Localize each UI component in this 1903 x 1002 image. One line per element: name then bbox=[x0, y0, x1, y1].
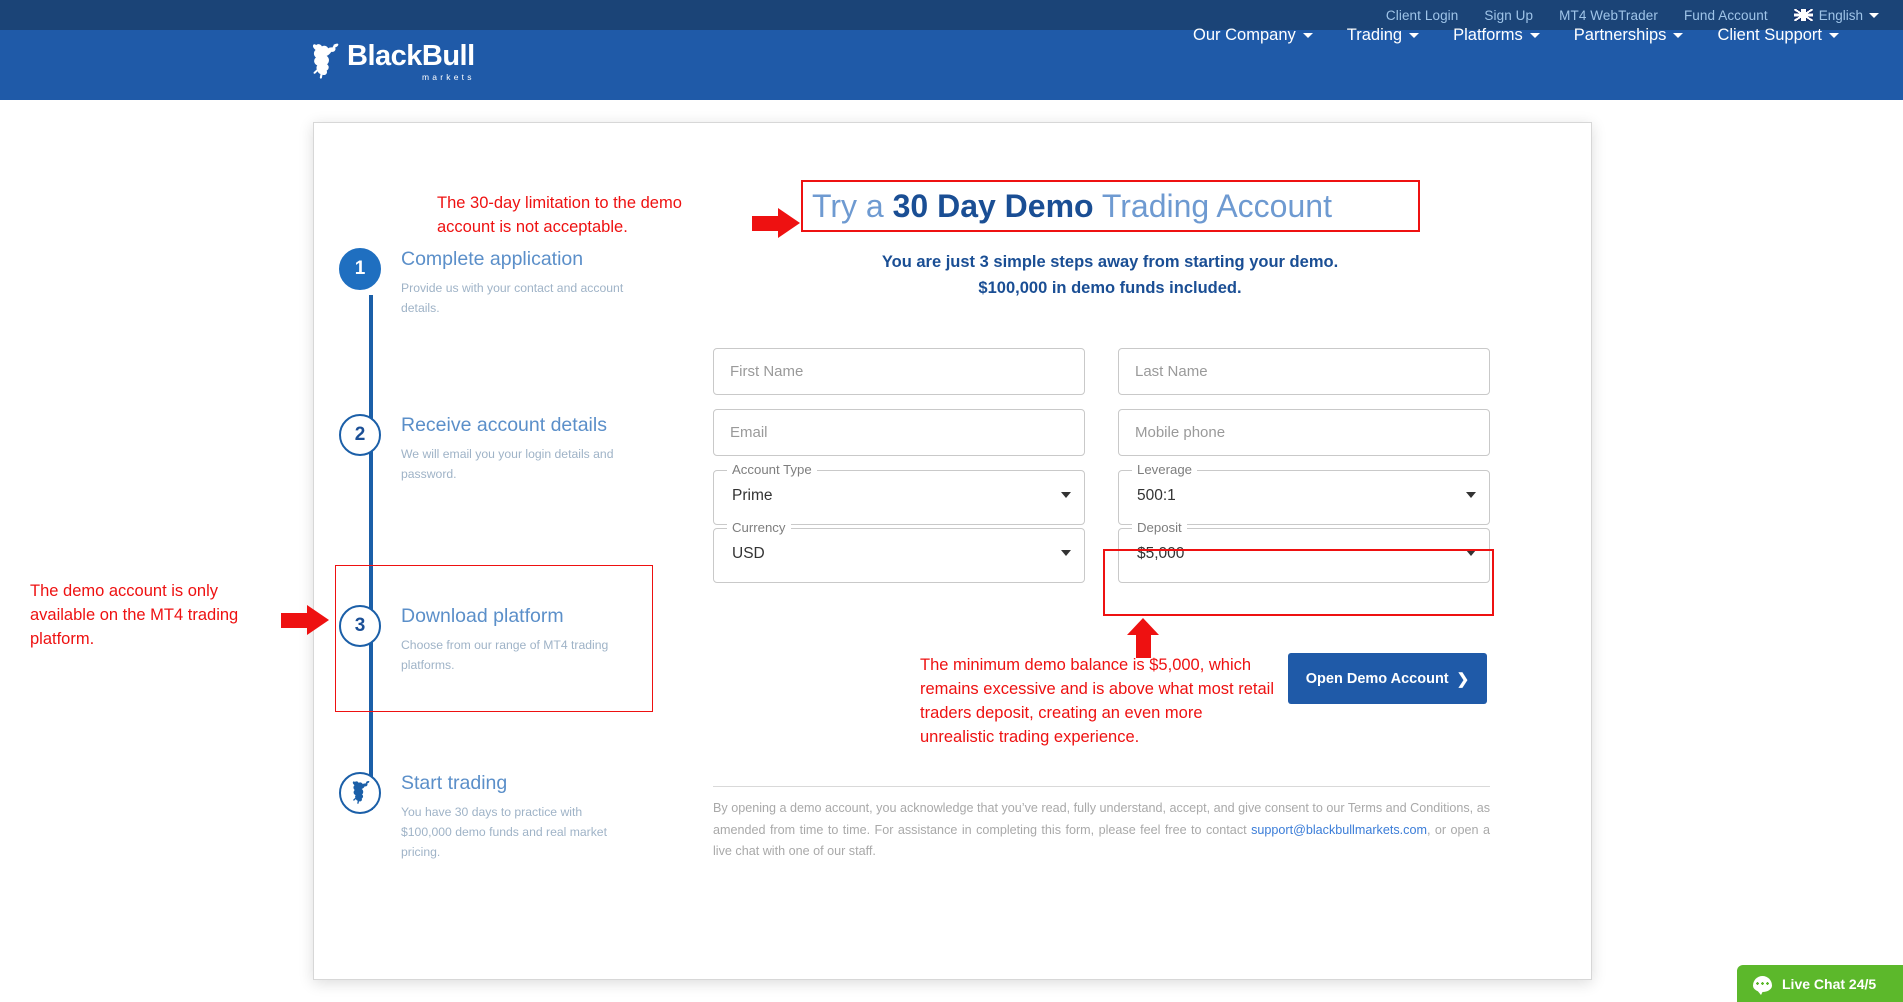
chevron-down-icon bbox=[1529, 32, 1540, 38]
brand-tagline: markets bbox=[422, 72, 475, 82]
nav-label: Partnerships bbox=[1573, 25, 1667, 44]
step-2: 2 Receive account details We will email … bbox=[339, 414, 631, 484]
step-title: Receive account details bbox=[401, 414, 607, 436]
headline-prefix: Try a bbox=[812, 188, 893, 224]
form-row-names bbox=[713, 348, 1490, 395]
chat-bubble-icon bbox=[1753, 975, 1772, 995]
currency-label: Currency bbox=[727, 520, 791, 535]
step-4: Start trading You have 30 days to practi… bbox=[339, 772, 631, 862]
step-title: Download platform bbox=[401, 605, 564, 627]
nav-item-client-support[interactable]: Client Support bbox=[1717, 26, 1839, 45]
last-name-field-wrap bbox=[1118, 348, 1490, 395]
nav-label: Our Company bbox=[1193, 25, 1296, 44]
step-1: 1 Complete application Provide us with y… bbox=[339, 248, 631, 318]
first-name-input[interactable] bbox=[713, 348, 1085, 395]
live-chat-button[interactable]: Live Chat 24/5 bbox=[1737, 965, 1903, 1002]
currency-value: USD bbox=[732, 545, 765, 562]
brand-logo[interactable]: BlackBull markets bbox=[305, 42, 475, 82]
cta-label: Open Demo Account bbox=[1305, 670, 1449, 687]
email-input[interactable] bbox=[713, 409, 1085, 456]
account-type-field-wrap: Account Type Prime bbox=[713, 462, 1085, 525]
open-demo-account-button[interactable]: Open Demo Account ❯ bbox=[1288, 653, 1487, 704]
currency-select[interactable]: Currency USD bbox=[713, 520, 1085, 583]
first-name-field-wrap bbox=[713, 348, 1085, 395]
nav-item-platforms[interactable]: Platforms bbox=[1453, 26, 1540, 45]
account-type-label: Account Type bbox=[727, 462, 817, 477]
annotation-left-text: The demo account is only available on th… bbox=[30, 582, 239, 648]
nav-label: Platforms bbox=[1453, 25, 1523, 44]
last-name-input[interactable] bbox=[1118, 348, 1490, 395]
disclaimer-text: By opening a demo account, you acknowled… bbox=[713, 798, 1490, 863]
bull-icon bbox=[352, 781, 370, 804]
leverage-field-wrap: Leverage 500:1 bbox=[1118, 462, 1490, 525]
bull-step-badge bbox=[339, 772, 381, 814]
chevron-down-icon bbox=[1466, 492, 1476, 498]
hero-subline: You are just 3 simple steps away from st… bbox=[700, 250, 1520, 301]
brand-wordmark: BlackBull markets bbox=[347, 40, 475, 82]
headline-bold: 30 Day Demo bbox=[892, 188, 1094, 224]
step-number-badge: 1 bbox=[339, 248, 381, 290]
mobile-field-wrap bbox=[1118, 409, 1490, 456]
email-field-wrap bbox=[713, 409, 1085, 456]
page-title: Try a 30 Day Demo Trading Account bbox=[812, 188, 1412, 225]
step-title: Start trading bbox=[401, 772, 508, 794]
divider bbox=[713, 786, 1490, 787]
step-number-badge: 3 bbox=[339, 605, 381, 647]
nav-label: Trading bbox=[1346, 25, 1403, 44]
annotation-arrow-to-deposit bbox=[1127, 618, 1159, 658]
leverage-select[interactable]: Leverage 500:1 bbox=[1118, 462, 1490, 525]
step-description: Provide us with your contact and account… bbox=[401, 280, 624, 315]
step-description: You have 30 days to practice with $100,0… bbox=[401, 804, 607, 860]
account-type-select[interactable]: Account Type Prime bbox=[713, 462, 1085, 525]
nav-item-partnerships[interactable]: Partnerships bbox=[1574, 26, 1684, 45]
annotation-top-text: The 30-day limitation to the demo accoun… bbox=[437, 194, 682, 236]
chevron-down-icon bbox=[1302, 32, 1313, 38]
account-type-value: Prime bbox=[732, 487, 773, 504]
chevron-down-icon bbox=[1409, 32, 1420, 38]
annotation-arrow-to-step3 bbox=[281, 605, 329, 635]
subline-line-1: You are just 3 simple steps away from st… bbox=[881, 253, 1339, 271]
nav-item-our-company[interactable]: Our Company bbox=[1193, 26, 1313, 45]
subline-line-2: $100,000 in demo funds included. bbox=[978, 278, 1242, 297]
live-chat-label: Live Chat 24/5 bbox=[1782, 975, 1877, 992]
form-row-contact bbox=[713, 409, 1490, 456]
currency-field-wrap: Currency USD bbox=[713, 520, 1085, 583]
nav-item-trading[interactable]: Trading bbox=[1346, 25, 1420, 45]
annotation-bottom-text: The minimum demo balance is $5,000, whic… bbox=[920, 656, 1274, 746]
chevron-down-icon bbox=[1829, 32, 1839, 38]
chevron-down-icon bbox=[1869, 12, 1879, 18]
annotation-arrow-to-headline bbox=[752, 208, 800, 238]
deposit-label: Deposit bbox=[1132, 520, 1187, 535]
step-description: We will email you your login details and… bbox=[401, 446, 614, 481]
step-3: 3 Download platform Choose from our rang… bbox=[339, 605, 631, 675]
chevron-right-icon: ❯ bbox=[1456, 670, 1470, 688]
step-title: Complete application bbox=[401, 248, 584, 270]
deposit-annotation-box bbox=[1103, 549, 1494, 616]
nav-label: Client Support bbox=[1717, 25, 1822, 44]
mobile-phone-input[interactable] bbox=[1118, 409, 1490, 456]
bull-logo-icon bbox=[312, 43, 339, 79]
chevron-down-icon bbox=[1061, 550, 1071, 556]
form-row-account: Account Type Prime Leverage 500:1 bbox=[713, 462, 1490, 525]
chevron-down-icon bbox=[1061, 492, 1071, 498]
support-email-link[interactable]: support@blackbullmarkets.com bbox=[1251, 823, 1427, 837]
primary-nav: Our Company Trading Platforms Partnershi… bbox=[1193, 0, 1839, 70]
brand-name: BlackBull bbox=[347, 40, 475, 73]
step-number-badge: 2 bbox=[339, 414, 381, 456]
leverage-value: 500:1 bbox=[1137, 487, 1176, 504]
page-root: Client Login Sign Up MT4 WebTrader Fund … bbox=[0, 0, 1903, 1002]
chevron-down-icon bbox=[1673, 32, 1684, 38]
leverage-label: Leverage bbox=[1132, 462, 1197, 477]
timeline-connector bbox=[369, 295, 373, 810]
headline-suffix: Trading Account bbox=[1093, 188, 1332, 224]
step-description: Choose from our range of MT4 trading pla… bbox=[401, 637, 609, 672]
